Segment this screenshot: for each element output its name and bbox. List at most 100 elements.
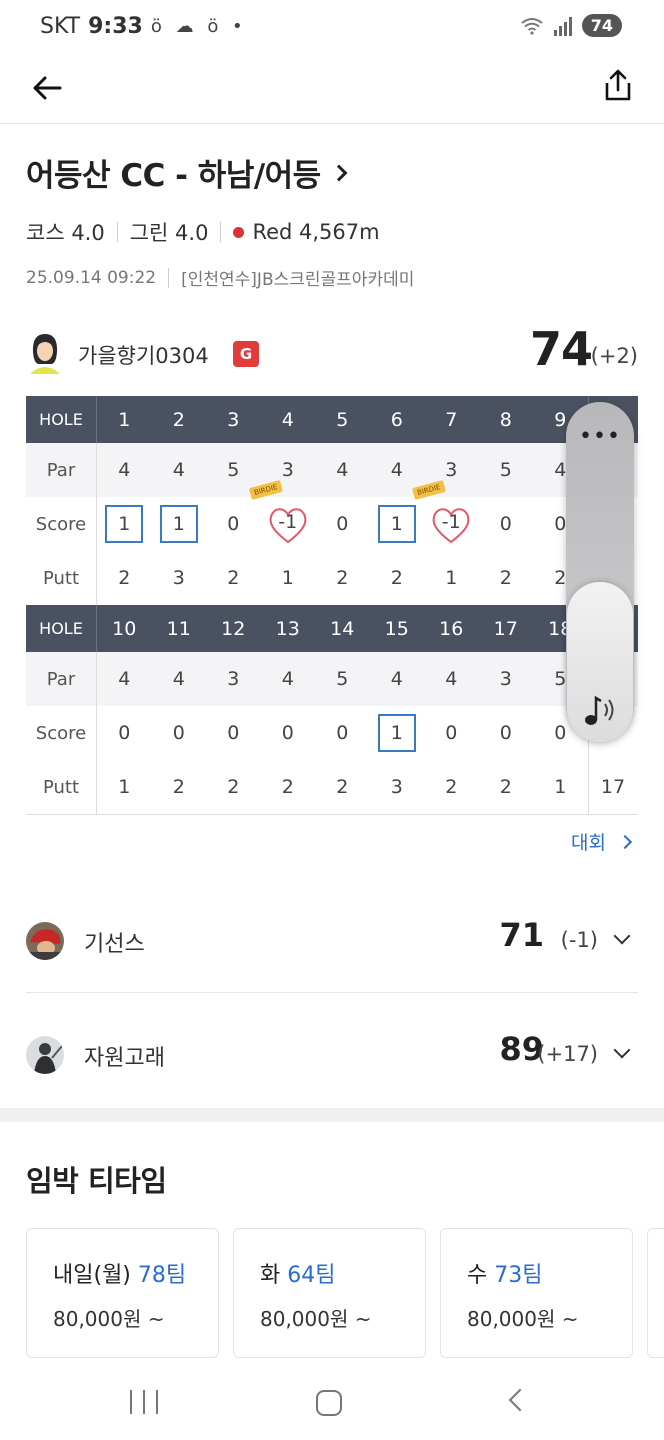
chevron-down-icon[interactable] — [613, 927, 631, 945]
par-cell: 4 — [336, 459, 349, 481]
hole-cell: 7 — [445, 408, 458, 431]
birdie-mark: -1 BIRDIE — [248, 480, 310, 546]
avatar — [26, 1036, 64, 1074]
hole-cell: 10 — [112, 617, 137, 640]
hole-cell: 16 — [439, 617, 464, 640]
tee-time-card-partial[interactable] — [647, 1228, 664, 1358]
floating-side-panel[interactable]: ••• — [566, 402, 634, 742]
par-cell: 3 — [499, 668, 512, 690]
recent-apps-button[interactable] — [130, 1390, 158, 1418]
tee-day-line: 화 64팀 — [260, 1257, 425, 1289]
bogey-box: 1 — [377, 714, 416, 752]
par-cell: 4 — [118, 668, 131, 690]
status-bar: SKT 9:33 ö ☁ ö • 74 — [0, 0, 664, 58]
row-label: Par — [26, 652, 97, 706]
score-cell: 0 — [227, 513, 240, 535]
par-cell: 5 — [336, 668, 349, 690]
hole-cell: 13 — [275, 617, 300, 640]
top-nav — [0, 58, 664, 124]
par-cell: 4 — [445, 668, 458, 690]
round-info: 25.09.14 09:22 [인천연수]JB스크린골프아카데미 — [26, 265, 638, 290]
course-title-link[interactable]: 어등산 CC - 하남/어등 — [26, 150, 638, 195]
putt-cell: 2 — [390, 567, 403, 589]
tournament-link-label: 대회 — [571, 832, 606, 854]
score-cell: 0 — [227, 722, 240, 744]
score-cell: -1 BIRDIE — [248, 480, 316, 551]
scorecard: HOLE 1 2 3 4 5 6 7 8 9 Par 4 4 5 3 4 4 3 5 4 Score 1 1 0 -1 BIRDI… — [26, 396, 638, 815]
tee-time-card[interactable]: 내일(월) 78팀 80,000원 ~ — [26, 1228, 219, 1358]
score-cell: 0 — [281, 722, 294, 744]
putt-cell: 1 — [554, 776, 567, 798]
putt-cell: 2 — [499, 567, 512, 589]
score-cell: 1 — [370, 497, 425, 551]
grade-badge: G — [233, 341, 259, 367]
divider — [220, 222, 222, 242]
tee-time-cards: 내일(월) 78팀 80,000원 ~ 화 64팀 80,000원 ~ 수 73… — [26, 1228, 664, 1358]
par-cell: 5 — [499, 459, 512, 481]
front-nine-score-row: Score 1 1 0 -1 BIRDIE 0 1 -1 BIRDIE 0 0 — [26, 480, 638, 551]
bogey-box: 1 — [377, 505, 416, 543]
hole-cell: 4 — [281, 408, 294, 431]
front-nine-par-row: Par 4 4 5 3 4 4 3 5 4 — [26, 443, 638, 497]
chevron-down-icon[interactable] — [613, 1041, 631, 1059]
home-button[interactable] — [316, 1390, 342, 1416]
front-nine-hole-row: HOLE 1 2 3 4 5 6 7 8 9 — [26, 396, 638, 443]
putt-cell: 2 — [499, 776, 512, 798]
hole-cell: 15 — [384, 617, 409, 640]
back-nine-putt-row: Putt 1 2 2 2 2 3 2 2 1 17 — [26, 760, 638, 814]
back-nine-hole-row: HOLE 10 11 12 13 14 15 16 17 18 — [26, 605, 638, 652]
more-options-icon[interactable]: ••• — [566, 424, 634, 449]
par-cell: 4 — [281, 668, 294, 690]
score-cell: 0 — [445, 722, 458, 744]
tee-time-card[interactable]: 수 73팀 80,000원 ~ — [440, 1228, 633, 1358]
par-cell: 4 — [118, 459, 131, 481]
putt-cell: 3 — [390, 776, 403, 798]
score-cell: 0 — [499, 513, 512, 535]
battery-indicator: 74 — [581, 14, 622, 37]
share-button[interactable] — [598, 66, 638, 106]
score-diff: (+2) — [590, 344, 638, 368]
tee-color-dot — [233, 226, 245, 238]
score-cell: 0 — [499, 722, 512, 744]
putt-cell: 2 — [227, 776, 240, 798]
other-player-row[interactable]: 자원고래 89 (+17) — [26, 1030, 638, 1092]
avatar[interactable] — [26, 330, 64, 374]
volume-slider-knob[interactable] — [567, 582, 633, 742]
clock: 9:33 — [88, 14, 143, 39]
signal-icon — [553, 16, 572, 36]
bogey-box: 1 — [105, 505, 144, 543]
hole-cell: 11 — [166, 617, 191, 640]
hole-cell: 2 — [172, 408, 185, 431]
tee-day: 화 — [260, 1263, 281, 1288]
tee-day-line: 내일(월) 78팀 — [53, 1257, 218, 1289]
putt-cell: 1 — [118, 776, 131, 798]
row-label: Score — [26, 497, 97, 551]
tee-time-card[interactable]: 화 64팀 80,000원 ~ — [233, 1228, 426, 1358]
back-nine-score-row: Score 0 0 0 0 0 1 0 0 0 — [26, 706, 638, 760]
tee-price: 80,000원 ~ — [260, 1307, 372, 1331]
birdie-value: -1 — [278, 511, 298, 533]
divider — [26, 992, 638, 993]
putt-cell: 2 — [227, 567, 240, 589]
tournament-link[interactable]: 대회 — [571, 828, 633, 855]
back-button[interactable] — [28, 68, 68, 108]
player-row: 가을향기0304 G 74 (+2) — [26, 322, 638, 378]
other-player-name: 자원고래 — [84, 1046, 165, 1071]
player-avatar-icon — [26, 1036, 64, 1074]
score-cell: 0 — [172, 722, 185, 744]
hole-cell: 17 — [493, 617, 518, 640]
status-left: SKT 9:33 ö ☁ ö • — [40, 14, 247, 39]
green-rating: 그린 4.0 — [129, 221, 209, 245]
tee-info: Red 4,567m — [252, 220, 380, 244]
share-icon — [605, 69, 631, 101]
system-back-button[interactable] — [508, 1388, 532, 1412]
row-label: HOLE — [26, 396, 97, 443]
avatar — [26, 922, 64, 960]
divider — [116, 222, 118, 242]
putt-cell: 2 — [172, 776, 185, 798]
birdie-value: -1 — [441, 511, 461, 533]
row-label: HOLE — [26, 605, 97, 652]
other-player-diff: (+17) — [537, 1042, 598, 1066]
putt-cell: 2 — [336, 567, 349, 589]
other-player-row[interactable]: 기선스 71 (-1) — [26, 916, 638, 978]
